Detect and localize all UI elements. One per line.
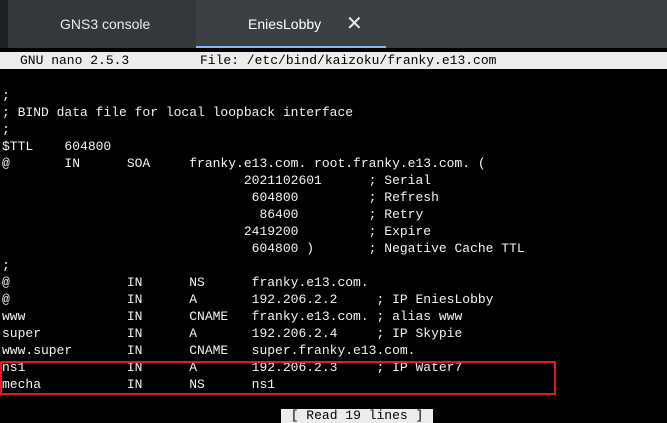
file-line: 86400 ; Retry (2, 207, 424, 222)
file-line: ; BIND data file for local loopback inte… (2, 105, 354, 120)
nano-version: GNU nano 2.5.3 (20, 53, 130, 68)
file-line: ; (2, 122, 10, 137)
tab-bar: GNS3 console EniesLobby ✕ (0, 0, 667, 48)
file-line: www.super IN CNAME super.franky.e13.com. (2, 343, 416, 358)
tab-enieslobby[interactable]: EniesLobby ✕ (196, 0, 386, 48)
file-line: www IN CNAME franky.e13.com. ; alias www (2, 309, 463, 324)
file-line: @ IN NS franky.e13.com. (2, 275, 369, 290)
nano-status-message: [ Read 19 lines ] (281, 409, 433, 423)
highlight-box (0, 361, 556, 395)
tab-label: GNS3 console (60, 16, 151, 32)
nano-title-bar: GNU nano 2.5.3 File: /etc/bind/kaizoku/f… (0, 52, 667, 69)
file-line: 2021102601 ; Serial (2, 173, 432, 188)
file-line: 604800 ) ; Negative Cache TTL (2, 241, 525, 256)
file-line: super IN A 192.206.2.4 ; IP Skypie (2, 326, 463, 341)
tab-bar-edge (0, 0, 8, 48)
close-icon[interactable]: ✕ (346, 11, 363, 35)
file-line: ; (2, 88, 10, 103)
nano-file-path: File: /etc/bind/kaizoku/franky.e13.com (200, 53, 497, 68)
file-line: $TTL 604800 (2, 139, 112, 154)
file-line: @ IN SOA franky.e13.com. root.franky.e13… (2, 156, 486, 171)
file-line: ; (2, 258, 10, 273)
file-line: @ IN A 192.206.2.2 ; IP EniesLobby (2, 292, 494, 307)
file-line: 604800 ; Refresh (2, 190, 439, 205)
tab-label: EniesLobby (248, 16, 322, 32)
tab-gns3-console[interactable]: GNS3 console (8, 0, 196, 48)
file-line: 2419200 ; Expire (2, 224, 432, 239)
